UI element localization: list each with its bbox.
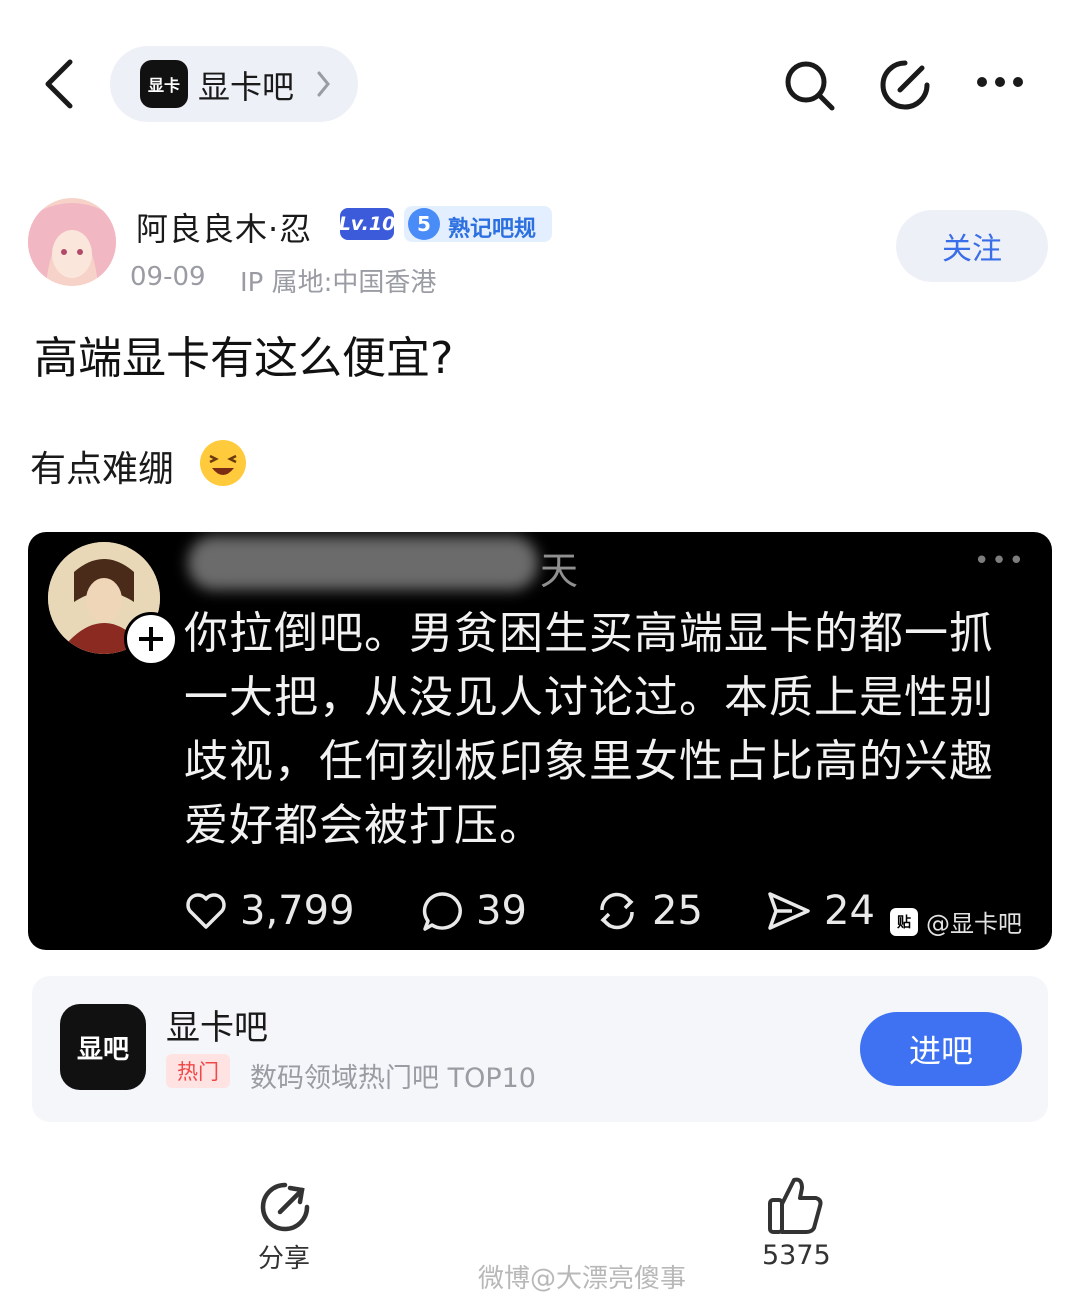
send-icon (768, 892, 810, 930)
post-ip-location: IP 属地:中国香港 (240, 268, 437, 298)
like-count: 3,799 (240, 888, 355, 934)
post-text: 有点难绷 (30, 449, 175, 490)
like-count-total: 5375 (762, 1240, 831, 1271)
heart-icon (186, 893, 226, 929)
author-name[interactable]: 阿良良木·忍 (136, 204, 312, 250)
embedded-watermark: 贴 @显卡吧 (890, 904, 1022, 939)
avatar[interactable] (28, 198, 116, 286)
share-icon (260, 1182, 310, 1232)
level-badge: Lv.10 (339, 208, 395, 240)
rule-badge-label: 熟记吧规 (448, 217, 537, 242)
back-icon[interactable] (40, 58, 80, 110)
post-title: 高端显卡有这么便宜? (34, 333, 454, 384)
search-icon[interactable] (784, 60, 836, 112)
post-date: 09-09 (130, 262, 206, 292)
comment-count: 39 (476, 888, 527, 934)
add-follow-icon (124, 612, 178, 666)
embedded-like-stat: 3,799 (184, 886, 355, 936)
weibo-watermark: 微博@大漂亮傻事 (478, 1264, 687, 1294)
thumbs-up-icon (768, 1177, 823, 1234)
share-count: 24 (824, 888, 875, 934)
repost-count: 25 (652, 888, 703, 934)
more-icon[interactable] (976, 74, 1024, 90)
embedded-more-icon: ••• (974, 546, 1027, 576)
enter-forum-button[interactable]: 进吧 (860, 1012, 1022, 1086)
forum-pill[interactable]: 显卡 显卡吧 (110, 46, 358, 122)
follow-button[interactable]: 关注 (896, 210, 1048, 282)
share-label: 分享 (258, 1244, 311, 1274)
embedded-watermark-text: @显卡吧 (926, 910, 1022, 938)
embedded-comment-stat: 39 (420, 886, 527, 936)
embedded-screenshot[interactable]: 天 ••• 你拉倒吧。男贫困生买高端显卡的都一抓一大把，从没见人讨论过。本质上是… (28, 532, 1052, 950)
tieba-icon: 贴 (890, 907, 918, 936)
embedded-repost-stat: 25 (594, 886, 703, 936)
forum-card-name: 显卡吧 (166, 1008, 268, 1048)
like-button[interactable]: 5375 (740, 1172, 850, 1276)
laughing-emoji-icon (200, 440, 246, 486)
forum-logo-icon: 显卡 (140, 60, 188, 108)
forum-card-description: 数码领域热门吧 TOP10 (250, 1063, 536, 1094)
embedded-share-stat: 24 (766, 886, 875, 936)
hot-tag: 热门 (166, 1054, 230, 1088)
forum-card-logo-icon: 显吧 (60, 1004, 146, 1090)
repost-icon (600, 892, 634, 930)
chevron-right-icon (317, 71, 330, 97)
forum-name: 显卡吧 (198, 68, 295, 106)
rule-badge: 5 熟记吧规 (404, 206, 552, 242)
comment-icon (422, 892, 462, 931)
edit-icon[interactable] (878, 58, 932, 112)
rule-badge-number: 5 (408, 208, 440, 240)
embedded-text: 你拉倒吧。男贫困生买高端显卡的都一抓一大把，从没见人讨论过。本质上是性别歧视，任… (184, 608, 994, 851)
forum-card[interactable]: 显吧 显卡吧 热门 数码领域热门吧 TOP10 进吧 (32, 976, 1048, 1122)
redacted-username (188, 536, 538, 590)
share-button[interactable]: 分享 (230, 1176, 342, 1276)
embedded-name-suffix: 天 (540, 549, 579, 593)
